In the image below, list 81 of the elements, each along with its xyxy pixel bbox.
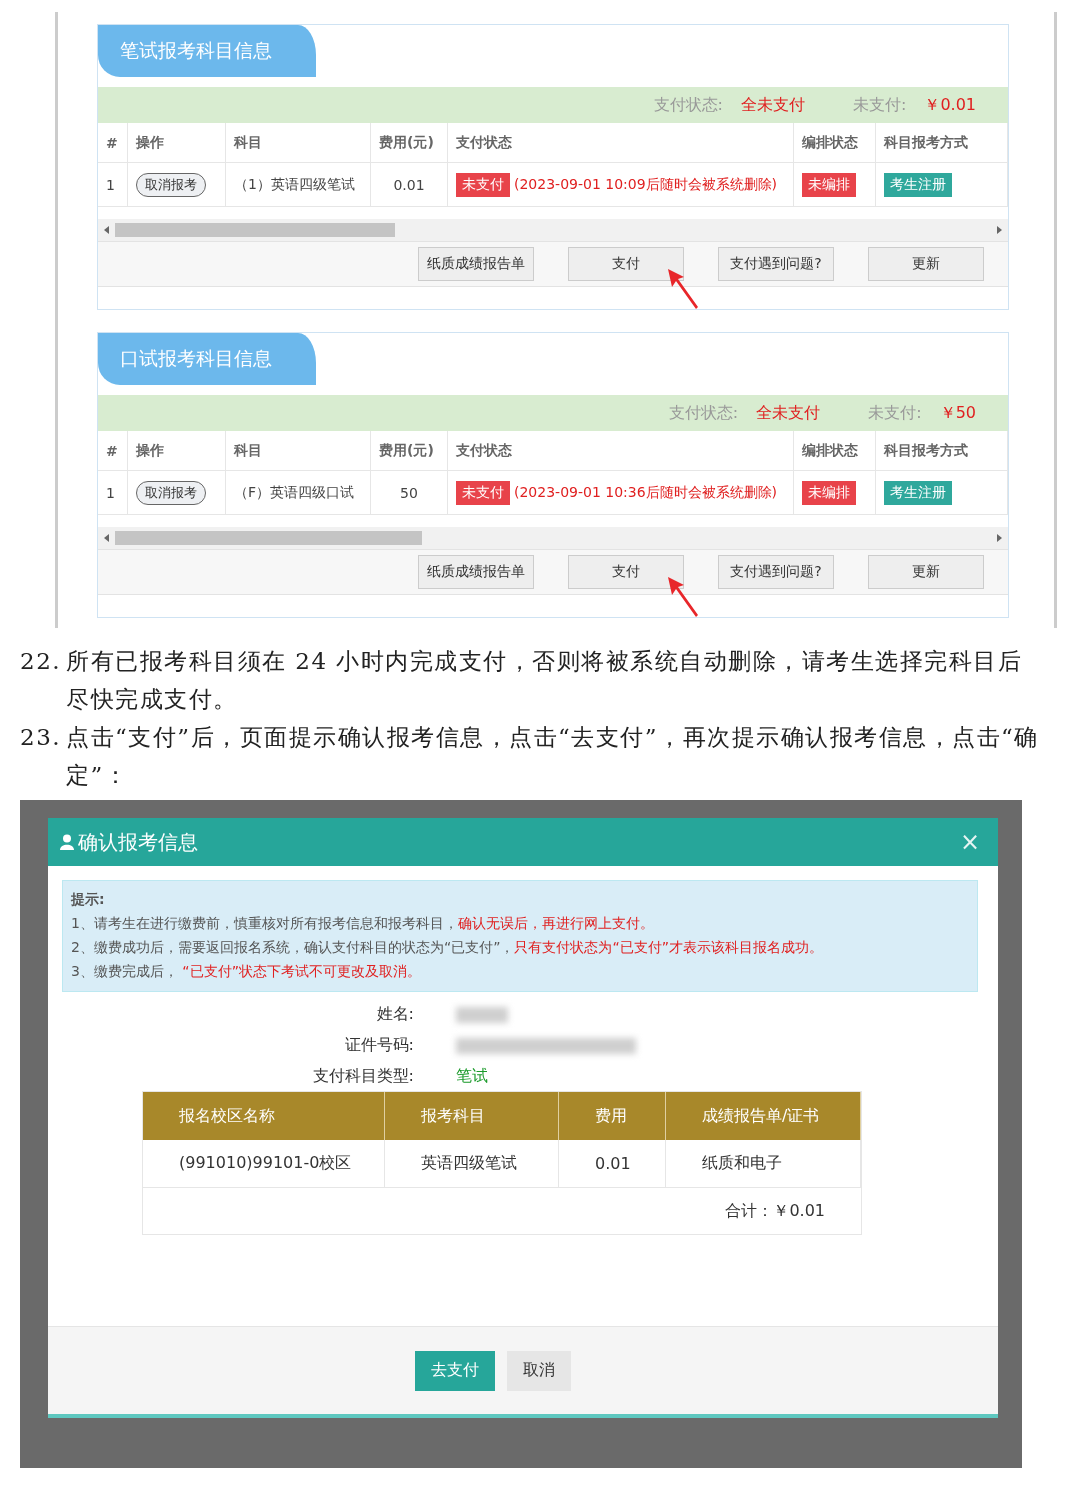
notice-line: 3、缴费完成后， “已支付”状态下考试不可更改及取消。 (71, 963, 422, 981)
horizontal-scrollbar[interactable] (98, 527, 1008, 549)
scroll-right-icon[interactable] (997, 226, 1002, 234)
action-button[interactable]: 更新 (868, 247, 984, 281)
status-value: 全未支付 (756, 402, 821, 424)
unpaid-label: 未支付: (853, 94, 907, 116)
table-cell: 50 (371, 471, 448, 515)
method-badge: 考生注册 (884, 172, 952, 197)
step-number: 23. (20, 723, 63, 752)
table-cell: 0.01 (371, 163, 448, 207)
field-value: 笔试 (456, 1066, 489, 1087)
deletion-note: (2023-09-01 10:36后随时会被系统删除) (514, 483, 778, 502)
status-badge: 未支付 (456, 480, 510, 505)
status-badge: 未编排 (802, 172, 856, 197)
notice-line: 1、请考生在进行缴费前，慎重核对所有报考信息和报考科目，确认无误后，再进行网上支付。 (71, 915, 655, 933)
status-badge: 未支付 (456, 172, 510, 197)
action-button[interactable]: 更新 (868, 555, 984, 589)
column-header: 科目报考方式 (876, 431, 1008, 471)
action-button[interactable]: 支付遇到问题? (718, 247, 834, 281)
column-header: 费用 (559, 1092, 666, 1140)
notice-line: 2、缴费成功后，需要返回报名系统，确认支付科目的状态为“已支付”，只有支付状态为“已支付”才表示该科目报名成功。 (71, 939, 824, 957)
column-header: 支付状态 (448, 431, 794, 471)
table-cell: 1 (98, 163, 128, 207)
scrollbar-thumb[interactable] (115, 223, 396, 237)
column-header: 操作 (128, 123, 226, 163)
column-header: 科目 (226, 123, 371, 163)
action-button[interactable]: 纸质成绩报告单 (418, 555, 534, 589)
unpaid-amount: ￥50 (939, 402, 976, 424)
unpaid-amount: ￥0.01 (924, 94, 976, 116)
cancel-button[interactable]: 取消报考 (136, 480, 206, 505)
table-cell: 英语四级笔试 (385, 1140, 559, 1188)
column-header: 成绩报告单/证书 (666, 1092, 861, 1140)
step-text: 所有已报考科目须在 24 小时内完成支付，否则将被系统自动删除，请考生选择完科目后尽快完成支付。 (66, 647, 1024, 714)
field-label: 姓名: (375, 1004, 414, 1025)
scrollbar-thumb[interactable] (115, 531, 422, 545)
table-cell: 纸质和电子 (666, 1140, 861, 1188)
field-label: 证件号码: (343, 1035, 414, 1056)
status-label: 支付状态: (653, 94, 723, 116)
status-badge: 未编排 (802, 480, 856, 505)
table-cell: 1 (98, 471, 128, 515)
dialog-title: 确认报考信息 (78, 828, 199, 856)
table-cell: 0.01 (559, 1140, 666, 1188)
status-label: 支付状态: (668, 402, 739, 424)
panel-title: 笔试报考科目信息 (98, 25, 316, 77)
scroll-right-icon[interactable] (997, 534, 1002, 542)
step-text: 点击“支付”后，页面提示确认报考信息，点击“去支付”，再次提示确认报考信息，点击“确定”： (66, 723, 1040, 790)
cancel-button[interactable]: 取消报考 (136, 172, 206, 197)
table-cell: (991010)99101-0校区 (143, 1140, 385, 1188)
action-button[interactable]: 支付 (568, 555, 684, 589)
deletion-note: (2023-09-01 10:09后随时会被系统删除) (514, 175, 778, 194)
column-header: 编排状态 (794, 431, 876, 471)
redacted-value (456, 1007, 508, 1023)
user-icon (60, 834, 74, 850)
action-button[interactable]: 支付 (568, 247, 684, 281)
column-header: 科目 (226, 431, 371, 471)
total-amount: 合计：￥0.01 (725, 1200, 825, 1222)
column-header: 报名校区名称 (143, 1092, 385, 1140)
horizontal-scrollbar[interactable] (98, 219, 1008, 241)
cancel-button[interactable]: 取消 (507, 1350, 571, 1391)
table-cell: （1）英语四级笔试 (226, 163, 371, 207)
notice-heading: 提示: (71, 891, 106, 909)
column-header: 支付状态 (448, 123, 794, 163)
unpaid-label: 未支付: (868, 402, 922, 424)
column-header: 操作 (128, 431, 226, 471)
scroll-left-icon[interactable] (104, 534, 109, 542)
panel-title: 口试报考科目信息 (98, 333, 316, 385)
action-button[interactable]: 纸质成绩报告单 (418, 247, 534, 281)
column-header: 科目报考方式 (876, 123, 1008, 163)
column-header: # (98, 431, 128, 471)
action-button[interactable]: 支付遇到问题? (718, 555, 834, 589)
field-label: 支付科目类型: (311, 1066, 414, 1087)
step-number: 22. (20, 647, 63, 676)
status-value: 全未支付 (741, 94, 805, 116)
column-header: 费用(元) (371, 123, 448, 163)
column-header: # (98, 123, 128, 163)
column-header: 报考科目 (385, 1092, 559, 1140)
method-badge: 考生注册 (884, 480, 952, 505)
scroll-left-icon[interactable] (104, 226, 109, 234)
column-header: 费用(元) (371, 431, 448, 471)
column-header: 编排状态 (794, 123, 876, 163)
table-cell: （F）英语四级口试 (226, 471, 371, 515)
